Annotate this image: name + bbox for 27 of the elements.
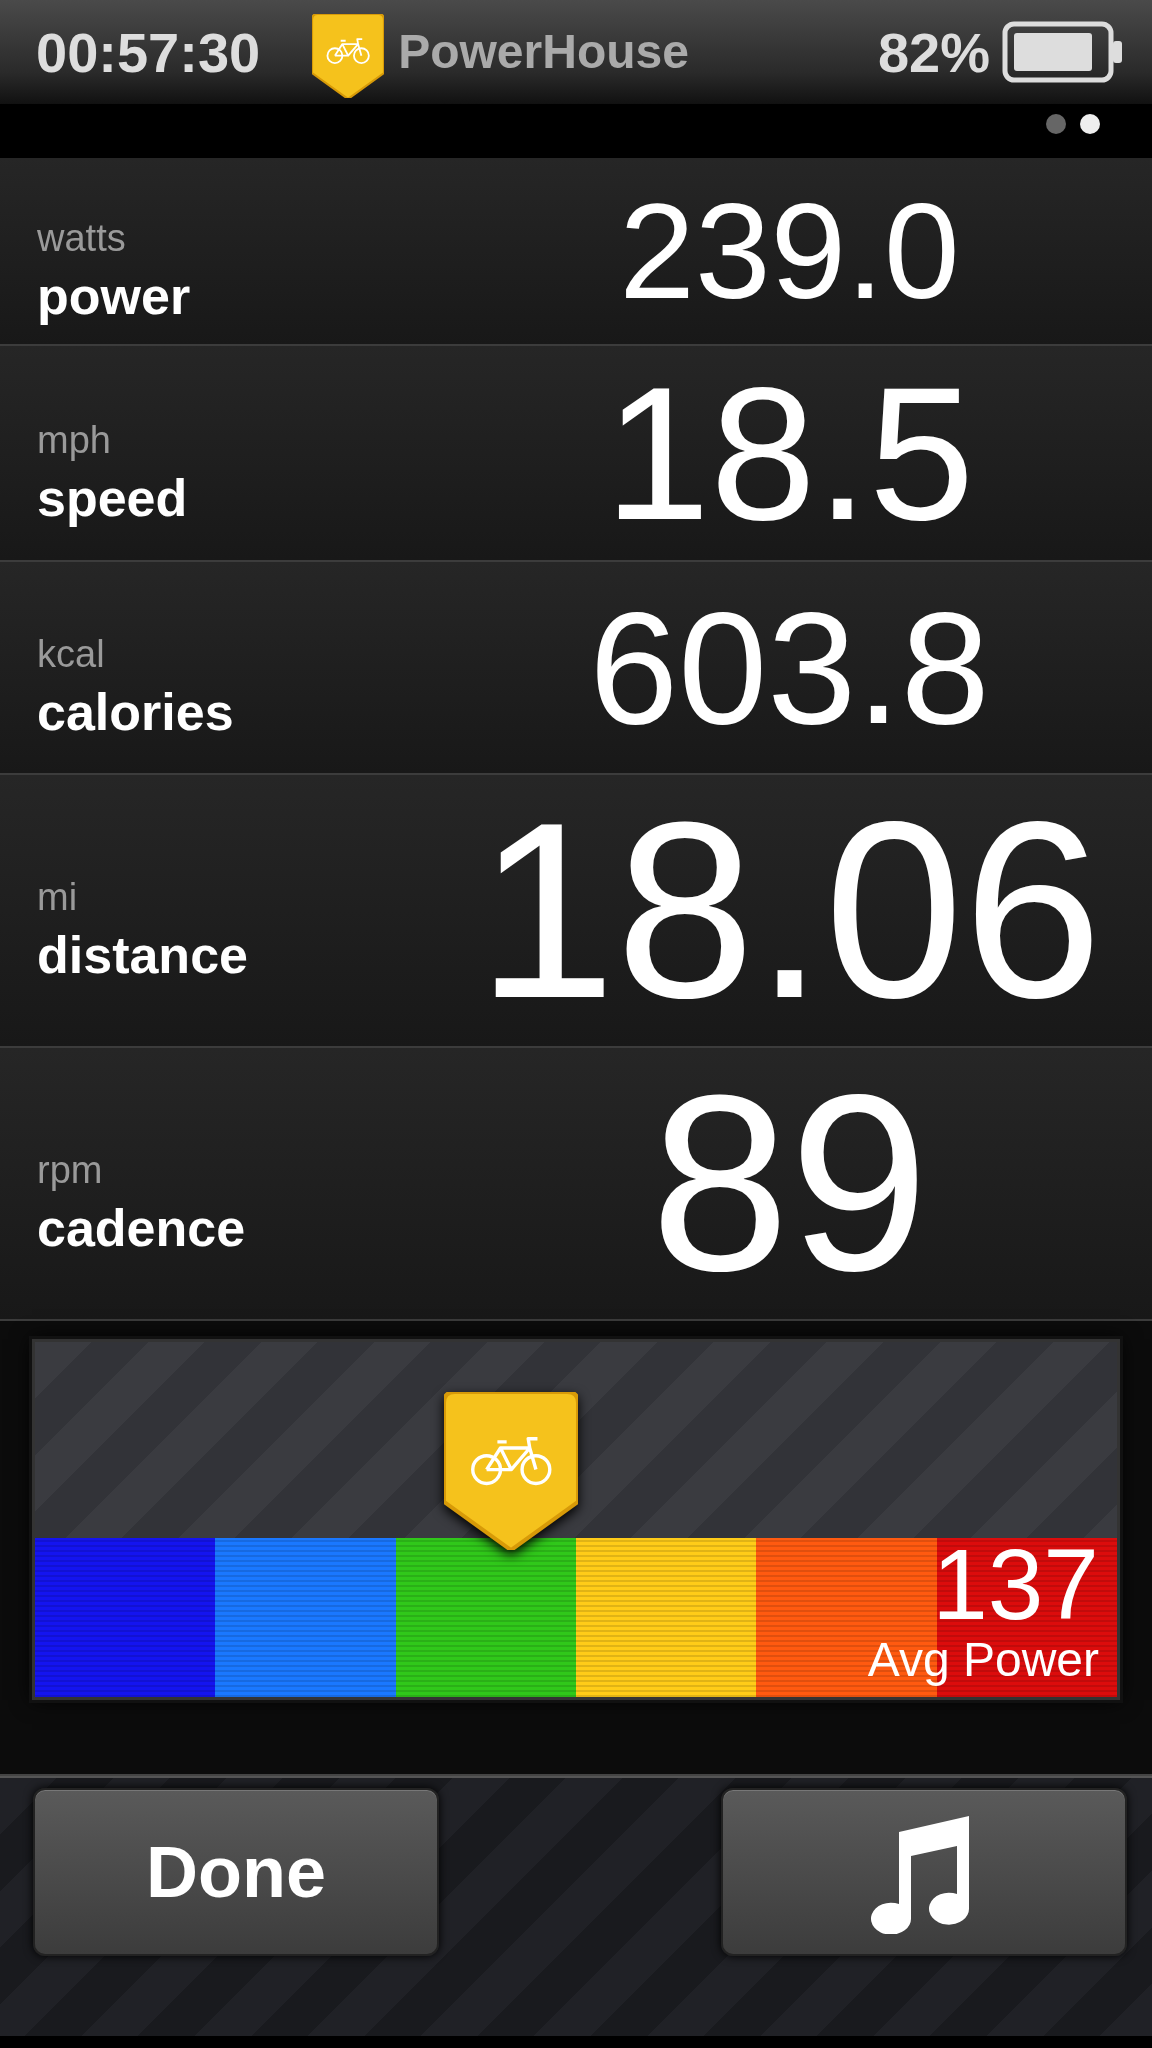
metric-value: 89: [649, 1058, 930, 1309]
unit-label: watts: [37, 216, 127, 260]
metric-value: 603.8: [588, 587, 991, 748]
metric-name: cadence: [37, 1198, 247, 1258]
clock-time: 00:57:30: [36, 19, 261, 85]
metric-value: 18.5: [603, 358, 976, 548]
page-dot[interactable]: [1046, 114, 1066, 134]
battery-icon: [1002, 21, 1124, 83]
metric-name: calories: [37, 682, 235, 742]
avg-power-value: 137: [932, 1534, 1099, 1635]
unit-label: mph: [37, 418, 112, 462]
bicycle-badge-icon: [312, 13, 385, 99]
music-button[interactable]: [721, 1788, 1127, 1956]
page-dot[interactable]: [1080, 114, 1100, 134]
bicycle-marker-icon: [444, 1392, 579, 1551]
unit-label: kcal: [37, 633, 106, 676]
metric-name: distance: [37, 925, 249, 985]
unit-label: mi: [37, 876, 79, 919]
done-button[interactable]: Done: [33, 1788, 439, 1956]
avg-power-label: Avg Power: [867, 1634, 1099, 1687]
metric-value: 18.06: [475, 785, 1104, 1036]
metric-value: 239.0: [618, 183, 961, 319]
unit-label: rpm: [37, 1149, 104, 1192]
metric-name: speed: [37, 467, 189, 528]
metric-name: power: [37, 265, 192, 326]
app-name: PowerHouse: [398, 24, 689, 80]
battery-percent: 82%: [877, 19, 990, 85]
